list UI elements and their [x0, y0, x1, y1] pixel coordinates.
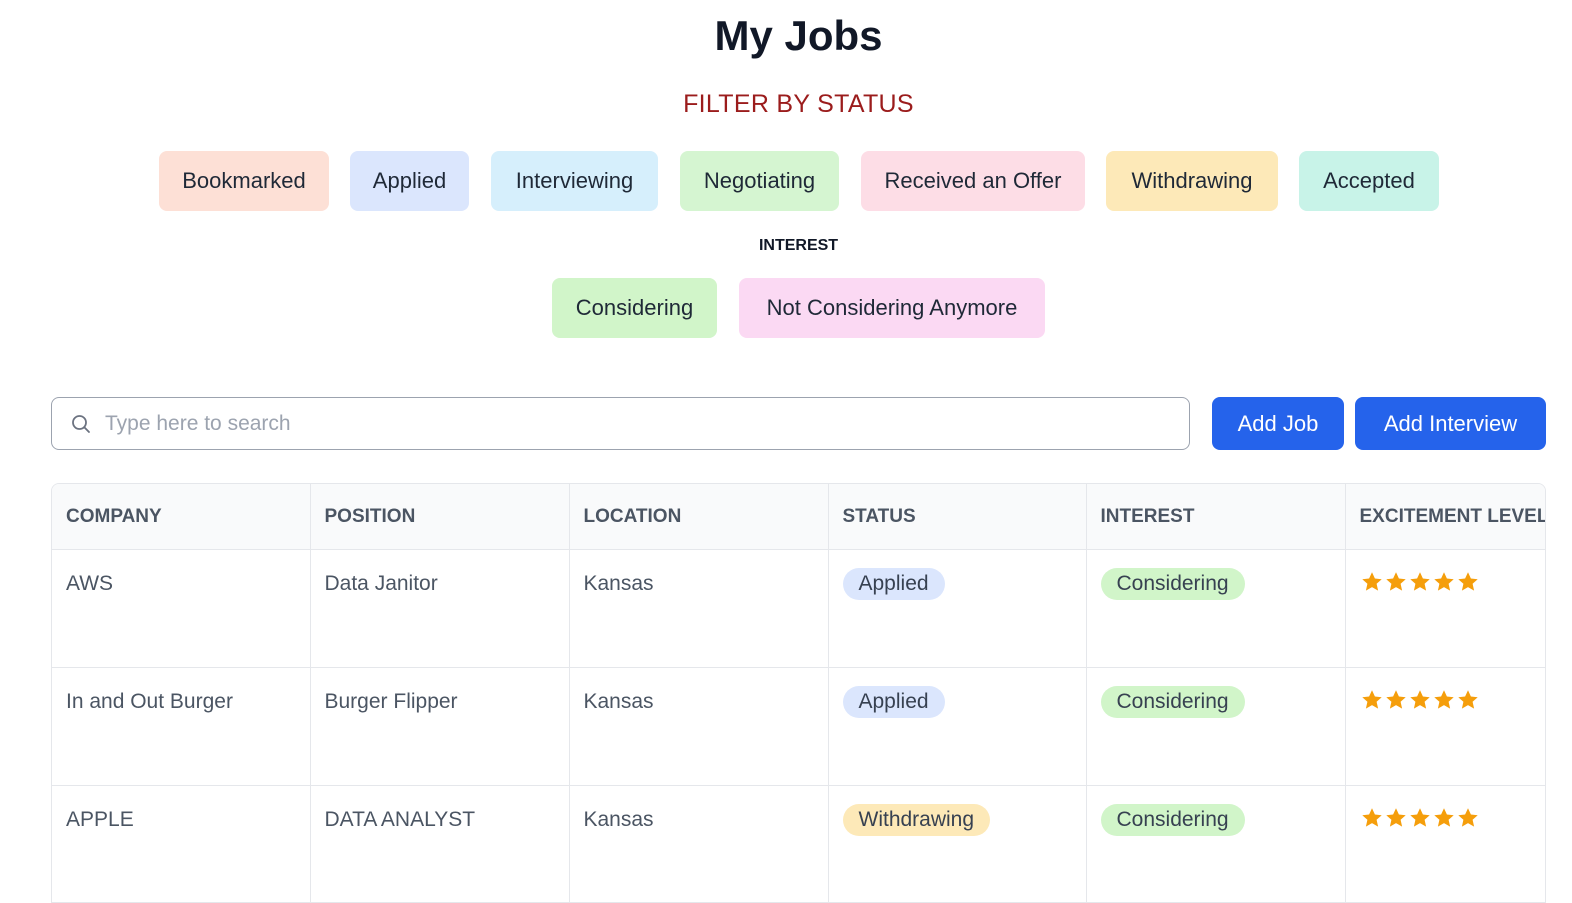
star-rating: [1360, 688, 1547, 712]
column-header-interest[interactable]: INTEREST: [1086, 484, 1345, 550]
interest-filter-considering[interactable]: Considering: [552, 278, 717, 338]
add-job-button[interactable]: Add Job: [1212, 397, 1344, 450]
column-header-location[interactable]: LOCATION: [569, 484, 828, 550]
company-cell: In and Out Burger: [52, 668, 310, 786]
status-cell: Applied: [828, 668, 1086, 786]
excitement-cell: [1345, 668, 1546, 786]
status-badge: Applied: [843, 568, 945, 600]
star-icon[interactable]: [1432, 570, 1456, 594]
status-filter-withdrawing[interactable]: Withdrawing: [1106, 151, 1278, 211]
company-cell: AWS: [52, 550, 310, 668]
star-rating: [1360, 570, 1547, 594]
star-icon[interactable]: [1432, 806, 1456, 830]
interest-badge: Considering: [1101, 568, 1245, 600]
excitement-cell: [1345, 786, 1546, 903]
star-icon[interactable]: [1408, 570, 1432, 594]
table-header-row: COMPANY POSITION LOCATION STATUS INTERES…: [52, 484, 1546, 550]
status-filter-applied[interactable]: Applied: [350, 151, 469, 211]
star-icon[interactable]: [1432, 688, 1456, 712]
table-row[interactable]: AWS Data Janitor Kansas Applied Consider…: [52, 550, 1546, 668]
status-filter-accepted[interactable]: Accepted: [1299, 151, 1439, 211]
column-header-excitement-level[interactable]: EXCITEMENT LEVEL: [1345, 484, 1546, 550]
location-cell: Kansas: [569, 550, 828, 668]
star-icon[interactable]: [1360, 688, 1384, 712]
interest-heading: INTEREST: [0, 237, 1572, 255]
interest-badge: Considering: [1101, 686, 1245, 718]
interest-cell: Considering: [1086, 550, 1345, 668]
star-icon[interactable]: [1360, 806, 1384, 830]
table-row[interactable]: In and Out Burger Burger Flipper Kansas …: [52, 668, 1546, 786]
star-icon[interactable]: [1456, 688, 1480, 712]
filter-heading: FILTER BY STATUS: [0, 90, 1572, 119]
column-header-status[interactable]: STATUS: [828, 484, 1086, 550]
location-cell: Kansas: [569, 668, 828, 786]
interest-badge: Considering: [1101, 804, 1245, 836]
column-header-company[interactable]: COMPANY: [52, 484, 310, 550]
star-icon[interactable]: [1456, 570, 1480, 594]
search-box: [51, 397, 1190, 450]
status-filter-received-offer[interactable]: Received an Offer: [861, 151, 1085, 211]
position-cell: Burger Flipper: [310, 668, 569, 786]
position-cell: DATA ANALYST: [310, 786, 569, 903]
search-icon: [71, 414, 91, 434]
status-cell: Applied: [828, 550, 1086, 668]
column-header-position[interactable]: POSITION: [310, 484, 569, 550]
status-badge: Applied: [843, 686, 945, 718]
star-icon[interactable]: [1456, 806, 1480, 830]
status-filter-bookmarked[interactable]: Bookmarked: [159, 151, 329, 211]
table-row[interactable]: APPLE DATA ANALYST Kansas Withdrawing Co…: [52, 786, 1546, 903]
star-icon[interactable]: [1408, 688, 1432, 712]
interest-cell: Considering: [1086, 668, 1345, 786]
star-icon[interactable]: [1384, 570, 1408, 594]
excitement-cell: [1345, 550, 1546, 668]
status-badge: Withdrawing: [843, 804, 991, 836]
add-interview-button[interactable]: Add Interview: [1355, 397, 1546, 450]
status-filter-negotiating[interactable]: Negotiating: [680, 151, 839, 211]
star-icon[interactable]: [1360, 570, 1384, 594]
search-input[interactable]: [103, 411, 1189, 437]
page-title: My Jobs: [0, 8, 1572, 64]
company-cell: APPLE: [52, 786, 310, 903]
star-icon[interactable]: [1384, 806, 1408, 830]
status-filter-interviewing[interactable]: Interviewing: [491, 151, 658, 211]
status-cell: Withdrawing: [828, 786, 1086, 903]
location-cell: Kansas: [569, 786, 828, 903]
jobs-table: COMPANY POSITION LOCATION STATUS INTERES…: [51, 483, 1546, 903]
position-cell: Data Janitor: [310, 550, 569, 668]
interest-filter-not-considering[interactable]: Not Considering Anymore: [739, 278, 1045, 338]
star-rating: [1360, 806, 1547, 830]
interest-cell: Considering: [1086, 786, 1345, 903]
star-icon[interactable]: [1384, 688, 1408, 712]
star-icon[interactable]: [1408, 806, 1432, 830]
